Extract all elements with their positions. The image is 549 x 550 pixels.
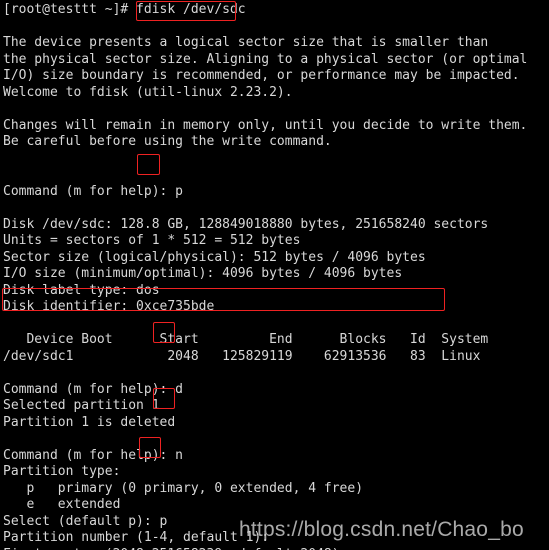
- terminal-line-blank-8: [0, 431, 549, 448]
- terminal-line-label-type: Disk label type: dos: [3, 282, 160, 298]
- terminal-line-sector-size: Sector size (logical/physical): 512 byte…: [3, 249, 426, 265]
- terminal-line-part-type: Partition type:: [3, 464, 121, 479]
- terminal-line-identifier: Disk identifier: 0xce735bde: [3, 299, 215, 314]
- terminal-line-welcome: Welcome to fdisk (util-linux 2.23.2).: [3, 84, 293, 100]
- partition-table-row: /dev/sdc1 2048 125829119 62913536 83 Lin…: [3, 348, 481, 364]
- terminal-window[interactable]: [root@testtt ~]# fdisk /dev/sdc The devi…: [0, 0, 549, 550]
- terminal-line-warning-3: I/O) size boundary is recommended, or pe…: [3, 68, 520, 83]
- terminal-line-blank-1: [0, 19, 549, 36]
- terminal-line-part-deleted: Partition 1 is deleted: [3, 414, 176, 430]
- terminal-line-selected-part: Selected partition 1: [3, 398, 160, 413]
- terminal-line-first-sector: First sector (2048-251658239, default 20…: [0, 547, 549, 550]
- terminal-line-blank-2: [0, 101, 549, 118]
- terminal-line-type-extended: e extended: [3, 497, 121, 512]
- terminal-line-units: Units = sectors of 1 * 512 = 512 bytes: [3, 233, 301, 248]
- watermark-text: https://blog.csdn.net/Chao_bo: [239, 518, 524, 541]
- terminal-line-command-n: Command (m for help): n: [3, 447, 184, 463]
- terminal-line-blank-4: [0, 167, 549, 184]
- terminal-line-blank-6: [0, 316, 549, 333]
- partition-table-header: Device Boot Start End Blocks Id System: [3, 332, 489, 347]
- terminal-line-blank-5: [0, 200, 549, 217]
- terminal-line-type-primary: p primary (0 primary, 0 extended, 4 free…: [3, 480, 364, 496]
- terminal-line-warning-1: The device presents a logical sector siz…: [3, 35, 489, 50]
- terminal-screen: [root@testtt ~]# fdisk /dev/sdc The devi…: [0, 2, 549, 550]
- terminal-line-blank-3: [0, 151, 549, 168]
- terminal-line-warning-2: the physical sector size. Aligning to a …: [3, 51, 528, 67]
- terminal-line-command-p: Command (m for help): p: [3, 183, 184, 199]
- terminal-line-io-size: I/O size (minimum/optimal): 4096 bytes /…: [3, 266, 403, 281]
- terminal-line-disk-summary: Disk /dev/sdc: 128.8 GB, 128849018880 by…: [3, 216, 489, 232]
- terminal-line-blank-7: [0, 365, 549, 382]
- terminal-line-prompt-fdisk: [root@testtt ~]# fdisk /dev/sdc: [3, 2, 246, 17]
- terminal-line-careful-note: Be careful before using the write comman…: [3, 134, 332, 149]
- terminal-line-command-d: Command (m for help): d: [3, 381, 184, 397]
- terminal-line-changes-note: Changes will remain in memory only, unti…: [3, 117, 528, 133]
